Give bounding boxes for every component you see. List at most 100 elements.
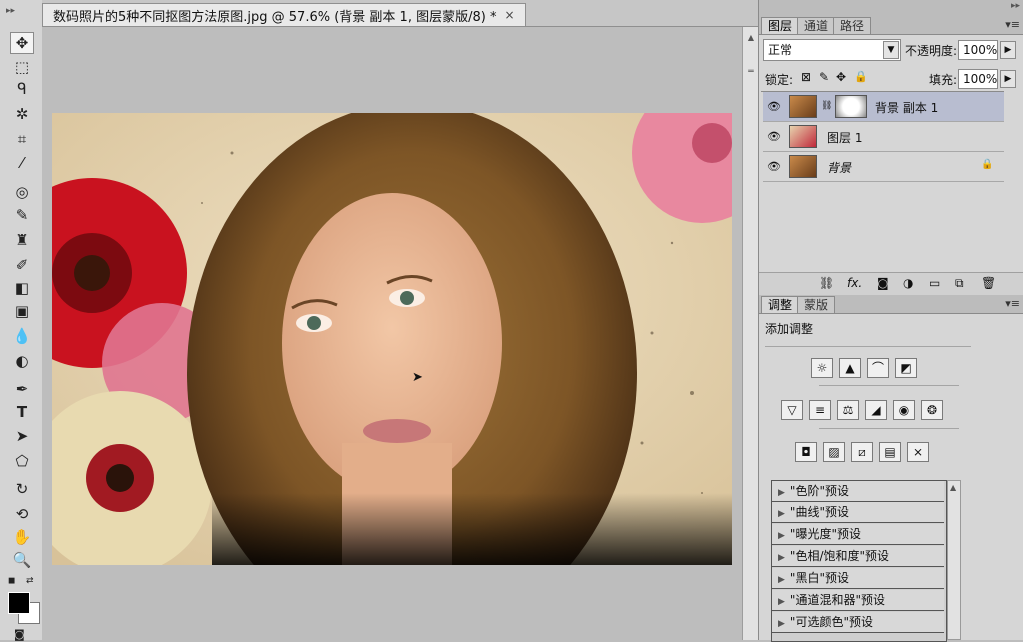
move-tool-icon[interactable]: ✥ [10, 32, 34, 54]
hue-saturation-icon[interactable]: ≡ [809, 400, 831, 420]
panel-menu-icon[interactable]: ▾≡ [1005, 18, 1020, 31]
eye-icon[interactable]: 👁 [767, 100, 781, 113]
lock-all-icon[interactable]: 🔒 [854, 70, 868, 83]
exposure-icon[interactable]: ◩ [895, 358, 917, 378]
link-icon[interactable]: ⛓ [821, 101, 832, 111]
tab-channels[interactable]: 通道 [797, 17, 836, 34]
3d-orbit-tool-icon[interactable]: ⟲ [10, 503, 34, 525]
tab-paths[interactable]: 路径 [833, 17, 872, 34]
document-tab[interactable]: 数码照片的5种不同抠图方法原图.jpg @ 57.6% (背景 副本 1, 图层… [42, 3, 526, 26]
preset-item[interactable]: ▶ "色相/饱和度"预设 [772, 546, 944, 567]
presets-scrollbar[interactable]: ▲ [947, 480, 961, 640]
adjustments-heading: 添加调整 [765, 322, 814, 336]
close-icon[interactable]: × [504, 8, 514, 22]
lock-pixels-icon[interactable]: ✎ [819, 70, 829, 84]
eyedropper-tool-icon[interactable]: ⁄ [10, 152, 34, 174]
preset-item[interactable]: ▶ "可选颜色"预设 [772, 612, 944, 633]
trash-icon[interactable]: 🗑 [981, 276, 996, 290]
preset-item[interactable]: ▶ "黑白"预设 [772, 568, 944, 589]
layer-row[interactable]: 👁 图层 1 [763, 122, 1004, 152]
threshold-icon[interactable]: ⧄ [851, 442, 873, 462]
scroll-mark-icon: ═ [748, 67, 754, 77]
photo-filter-icon[interactable]: ◉ [893, 400, 915, 420]
collapse-icon[interactable]: ▸▸ [6, 6, 36, 16]
pen-tool-icon[interactable]: ✒ [10, 378, 34, 400]
posterize-icon[interactable]: ▨ [823, 442, 845, 462]
expand-triangle-icon: ▶ [778, 488, 785, 498]
channel-mixer-icon[interactable]: ❂ [921, 400, 943, 420]
fill-label: 填充: [929, 73, 958, 87]
new-layer-icon[interactable]: ⧉ [955, 276, 964, 291]
black-white-icon[interactable]: ◢ [865, 400, 887, 420]
eraser-tool-icon[interactable]: ◧ [10, 277, 34, 299]
magic-wand-tool-icon[interactable]: ✲ [10, 103, 34, 125]
gradient-map-icon[interactable]: ▤ [879, 442, 901, 462]
document-scrollbar[interactable]: ▲ ═ [742, 27, 759, 640]
invert-icon[interactable]: ◘ [795, 442, 817, 462]
layer-row[interactable]: 👁 背景 🔒 [763, 152, 1004, 182]
tab-adjustments[interactable]: 调整 [761, 296, 800, 313]
foreground-color-swatch[interactable] [8, 592, 30, 614]
vibrance-icon[interactable]: ▽ [781, 400, 803, 420]
mouse-cursor-icon: ➤ [412, 370, 423, 385]
scroll-up-icon[interactable]: ▲ [746, 33, 756, 43]
quick-mask-icon[interactable]: ◙ [14, 628, 25, 641]
path-selection-tool-icon[interactable]: ➤ [10, 425, 34, 447]
adjustment-layer-icon[interactable]: ◑ [903, 276, 913, 290]
add-mask-icon[interactable]: ◙ [877, 276, 889, 290]
link-layers-icon[interactable]: ⛓ [819, 276, 834, 290]
fill-arrow-icon[interactable]: ▶ [1000, 70, 1016, 88]
opacity-field[interactable]: 100% [958, 40, 998, 60]
tab-layers[interactable]: 图层 [761, 17, 800, 34]
preset-item[interactable]: ▶ "曝光度"预设 [772, 524, 944, 545]
document-title: 数码照片的5种不同抠图方法原图.jpg @ 57.6% (背景 副本 1, 图层… [53, 9, 497, 25]
preset-label: "色阶"预设 [789, 484, 849, 498]
fx-icon[interactable]: fx. [847, 276, 862, 290]
hand-tool-icon[interactable]: ✋ [10, 526, 34, 548]
group-icon[interactable]: ▭ [929, 276, 940, 290]
opacity-arrow-icon[interactable]: ▶ [1000, 41, 1016, 59]
gradient-tool-icon[interactable]: ▣ [10, 300, 34, 322]
spot-healing-tool-icon[interactable]: ◎ [10, 181, 34, 203]
layer-row[interactable]: 👁 ⛓ 背景 副本 1 [763, 92, 1004, 122]
zoom-tool-icon[interactable]: 🔍 [10, 549, 34, 571]
scroll-up-icon[interactable]: ▲ [950, 483, 956, 492]
layer-thumbnail [789, 155, 817, 178]
curves-icon[interactable]: ⌒ [867, 358, 889, 378]
adjustment-row-1: ☼ ▲ ⌒ ◩ [811, 358, 917, 378]
type-tool-icon[interactable]: T [10, 401, 34, 423]
preset-item[interactable]: ▶ "通道混和器"预设 [772, 590, 944, 611]
color-balance-icon[interactable]: ⚖ [837, 400, 859, 420]
marquee-tool-icon[interactable]: ⬚ [10, 56, 34, 78]
blend-mode-select[interactable]: 正常 [763, 39, 901, 61]
clone-stamp-tool-icon[interactable]: ♜ [10, 229, 34, 251]
preset-item[interactable]: ▶ "色阶"预设 [772, 481, 944, 502]
3d-rotate-tool-icon[interactable]: ↻ [10, 478, 34, 500]
fill-field[interactable]: 100% [958, 69, 998, 89]
eye-icon[interactable]: 👁 [767, 160, 781, 173]
levels-icon[interactable]: ▲ [839, 358, 861, 378]
lock-position-icon[interactable]: ✥ [836, 70, 846, 84]
blur-tool-icon[interactable]: 💧 [10, 325, 34, 347]
preset-item[interactable]: ▶ "曲线"预设 [772, 502, 944, 523]
chevron-down-icon[interactable]: ▼ [883, 41, 899, 59]
history-brush-tool-icon[interactable]: ✐ [10, 254, 34, 276]
document-photo[interactable] [52, 113, 732, 565]
type-tool-glyph: T [16, 403, 28, 421]
lock-transparency-icon[interactable]: ⊠ [801, 70, 811, 84]
brightness-contrast-icon[interactable]: ☼ [811, 358, 833, 378]
dodge-tool-icon[interactable]: ◐ [10, 350, 34, 372]
swap-colors-icon[interactable]: ⇄ [26, 576, 34, 586]
default-colors-icon[interactable]: ◼ [8, 576, 15, 586]
eye-icon[interactable]: 👁 [767, 130, 781, 143]
selective-color-icon[interactable]: ⨯ [907, 442, 929, 462]
panel-menu-icon[interactable]: ▾≡ [1005, 297, 1020, 310]
tab-masks[interactable]: 蒙版 [797, 296, 836, 313]
crop-tool-icon[interactable]: ⌗ [10, 128, 34, 150]
layer-mask-thumbnail[interactable] [835, 95, 867, 118]
brush-tool-icon[interactable]: ✎ [10, 204, 34, 226]
opacity-label: 不透明度: [905, 44, 958, 58]
expand-icon[interactable]: ▸▸ [1011, 1, 1020, 11]
shape-tool-icon[interactable]: ⬠ [10, 450, 34, 472]
lasso-tool-icon[interactable]: ᑫ [10, 78, 34, 100]
